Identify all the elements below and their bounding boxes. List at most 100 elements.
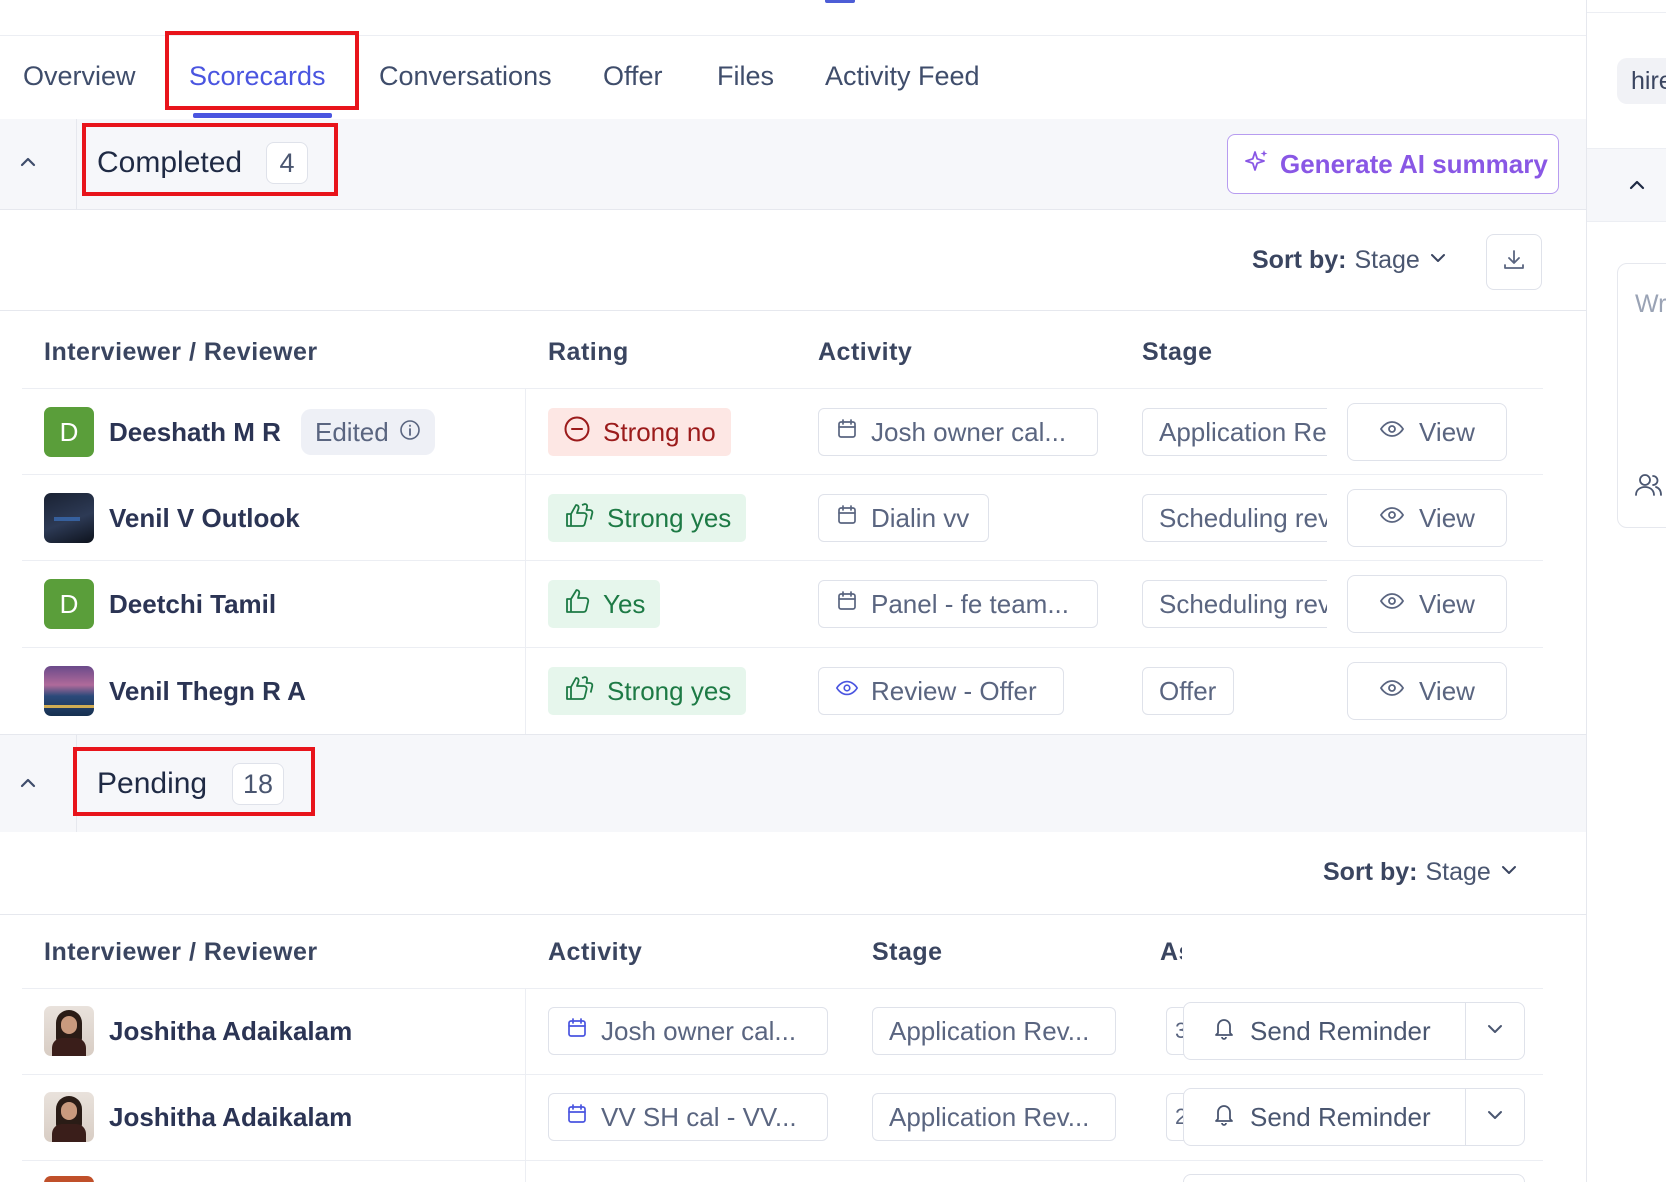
tab-bar: Overview Scorecards Conversations Offer …: [0, 35, 1586, 120]
reviewer-name: Venil Thegn R A: [109, 676, 306, 706]
activity-pill[interactable]: VV SH cal - VV...: [548, 1093, 828, 1141]
tab-scorecards[interactable]: Scorecards: [189, 61, 326, 92]
avatar: D: [44, 579, 94, 629]
activity-pill[interactable]: Josh owner cal...: [548, 1007, 828, 1055]
reviewer-name: Deeshath M R: [109, 417, 281, 447]
view-button[interactable]: View: [1347, 575, 1507, 633]
col-stage: Stage: [1142, 338, 1213, 366]
row-divider: [22, 1160, 1543, 1161]
row-divider: [22, 988, 1543, 989]
top-indicator: [825, 0, 855, 3]
stage-label: Application Re: [1159, 416, 1327, 447]
reviewer-name: Venil V Outlook: [109, 503, 300, 533]
reviewer-name: Deetchi Tamil: [109, 589, 277, 619]
rating-chip: Yes: [548, 580, 661, 628]
tab-offer[interactable]: Offer: [603, 61, 663, 92]
rating-chip: Strong yes: [548, 667, 747, 715]
activity-label: VV SH cal - VV...: [601, 1101, 797, 1132]
generate-ai-summary-button[interactable]: Generate AI summary: [1227, 134, 1559, 194]
stage-pill: Offer: [1142, 667, 1234, 715]
activity-pill[interactable]: Dialin vv: [818, 494, 989, 542]
avatar: [44, 1176, 94, 1182]
send-reminder-button[interactable]: Send Reminder: [1183, 1088, 1525, 1146]
column-divider: [525, 389, 526, 734]
chevron-up-icon[interactable]: [1625, 173, 1649, 202]
bell-icon: [1212, 1015, 1236, 1048]
avatar: D: [44, 407, 94, 457]
tab-files[interactable]: Files: [717, 61, 774, 92]
row-divider: [22, 1074, 1543, 1075]
stage-label: Scheduling rev: [1159, 502, 1327, 533]
chevron-up-icon[interactable]: [16, 150, 40, 174]
view-button[interactable]: View: [1347, 662, 1507, 720]
view-label: View: [1419, 416, 1475, 447]
calendar-icon: [835, 503, 859, 534]
activity-pill[interactable]: Review - Offer: [818, 667, 1064, 715]
completed-title: Completed: [97, 146, 243, 179]
reminder-options-dropdown[interactable]: [1465, 1089, 1524, 1145]
row-divider: [22, 560, 1543, 561]
avatar: [44, 1092, 94, 1142]
download-button[interactable]: [1486, 234, 1542, 290]
col-interviewer: Interviewer / Reviewer: [44, 938, 318, 966]
users-icon[interactable]: [1633, 470, 1663, 505]
sparkle-icon: [1244, 148, 1270, 181]
stage-pill: Scheduling rev: [1142, 580, 1327, 628]
stage-label: Application Rev...: [889, 1101, 1090, 1132]
activity-pill[interactable]: Josh owner cal...: [818, 408, 1098, 456]
sort-by-label: Sort by:: [1252, 246, 1347, 274]
header-divider: [76, 735, 77, 832]
tab-activity-feed[interactable]: Activity Feed: [825, 61, 980, 92]
calendar-icon: [835, 417, 859, 448]
col-activity: Activity: [548, 938, 643, 966]
tab-conversations[interactable]: Conversations: [379, 61, 552, 92]
col-activity: Activity: [818, 338, 913, 366]
rating-label: Yes: [603, 588, 646, 619]
col-assigned: As: [1160, 938, 1182, 966]
stage-pill: Application Re: [1142, 408, 1327, 456]
chevron-up-icon[interactable]: [16, 771, 40, 795]
stage-pill: Scheduling rev: [1142, 494, 1327, 542]
chevron-down-icon: [1485, 1019, 1505, 1044]
view-button[interactable]: View: [1347, 403, 1507, 461]
col-stage: Stage: [872, 938, 943, 966]
completed-sort-dropdown[interactable]: Sort by: Stage: [1252, 246, 1448, 275]
activity-label: Panel - fe team...: [871, 588, 1069, 619]
stage-label: Offer: [1159, 675, 1217, 706]
hire-chip[interactable]: hire: [1617, 58, 1666, 104]
edited-badge[interactable]: Edited: [301, 409, 435, 455]
note-input-placeholder: Wri: [1635, 290, 1666, 318]
rating-chip: Strong yes: [548, 494, 747, 542]
sort-by-label: Sort by:: [1323, 858, 1418, 886]
rating-label: Strong yes: [607, 675, 732, 706]
activity-label: Dialin vv: [871, 502, 970, 533]
send-reminder-button[interactable]: Send Reminder: [1183, 1002, 1525, 1060]
stage-pill: Application Rev...: [872, 1093, 1116, 1141]
generate-ai-summary-label: Generate AI summary: [1280, 148, 1548, 179]
activity-label: Josh owner cal...: [601, 1015, 797, 1046]
reviewer-name: Joshitha Adaikalam: [109, 1016, 353, 1046]
activity-pill[interactable]: Panel - fe team...: [818, 580, 1098, 628]
header-divider: [76, 119, 77, 209]
chevron-down-icon: [1499, 858, 1519, 887]
tab-overview[interactable]: Overview: [23, 61, 136, 92]
pending-sort-dropdown[interactable]: Sort by: Stage: [1323, 858, 1519, 887]
row-divider: [22, 474, 1543, 475]
activity-label: Review - Offer: [871, 675, 1037, 706]
send-reminder-button[interactable]: [1183, 1174, 1525, 1182]
sort-by-value: Stage: [1354, 246, 1420, 274]
row-divider: [22, 388, 1543, 389]
col-rating: Rating: [548, 338, 629, 366]
stage-label: Application Rev...: [889, 1015, 1090, 1046]
right-panel-top: [1587, 0, 1666, 13]
rating-chip: Strong no: [548, 408, 731, 456]
view-button[interactable]: View: [1347, 489, 1507, 547]
scorecards-main-panel: Overview Scorecards Conversations Offer …: [0, 0, 1587, 1182]
edited-label: Edited: [315, 416, 389, 447]
chevron-down-icon: [1485, 1105, 1505, 1130]
eye-icon: [835, 676, 859, 707]
reminder-options-dropdown[interactable]: [1465, 1003, 1524, 1059]
right-side-panel: hire Wri: [1587, 0, 1666, 1182]
rating-label: Strong no: [603, 416, 716, 447]
thumbs-up-double-icon: [563, 674, 595, 709]
